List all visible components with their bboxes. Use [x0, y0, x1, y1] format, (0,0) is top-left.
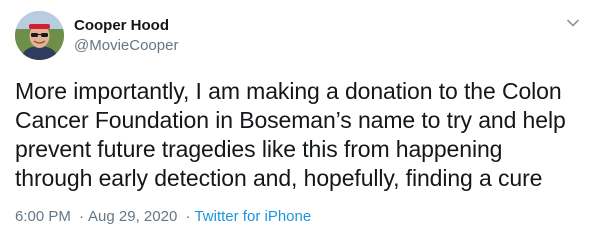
- meta-separator: ·: [79, 208, 85, 225]
- tweet-header: Cooper Hood @MovieCooper: [15, 11, 178, 60]
- meta-separator: ·: [185, 208, 191, 225]
- chevron-down-icon: [567, 19, 579, 27]
- user-handle[interactable]: @MovieCooper: [74, 36, 178, 56]
- tweet-text: More importantly, I am making a donation…: [15, 78, 566, 191]
- author-names: Cooper Hood @MovieCooper: [74, 16, 178, 56]
- tweet-card: Cooper Hood @MovieCooper More importantl…: [0, 0, 598, 245]
- tweet-metadata: 6:00 PM · Aug 29, 2020 · Twitter for iPhon…: [15, 207, 311, 227]
- avatar[interactable]: [15, 11, 64, 60]
- profile-photo-icon: [15, 11, 64, 60]
- tweet-source-link[interactable]: Twitter for iPhone: [194, 208, 311, 225]
- tweet-date[interactable]: Aug 29, 2020: [88, 208, 177, 225]
- tweet-time[interactable]: 6:00 PM: [15, 208, 71, 225]
- display-name[interactable]: Cooper Hood: [74, 16, 178, 36]
- more-options-button[interactable]: [564, 14, 582, 32]
